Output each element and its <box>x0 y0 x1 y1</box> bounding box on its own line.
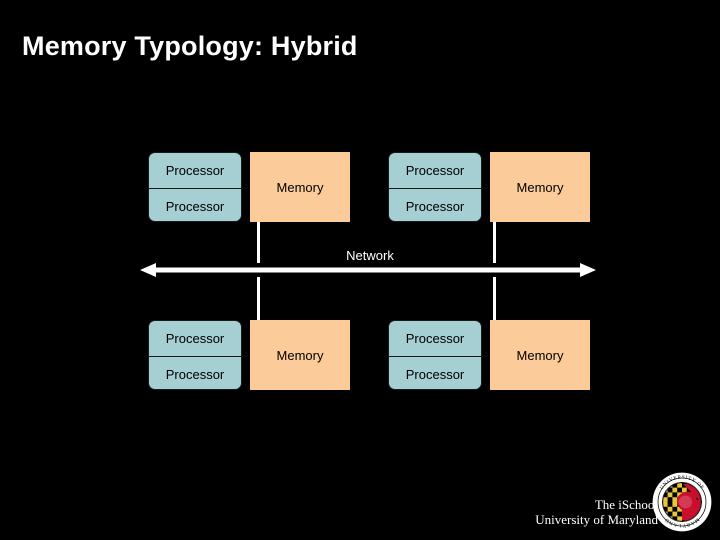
memory-box: Memory <box>490 320 590 390</box>
memory-box: Memory <box>490 152 590 222</box>
node-bottom-left: Processor Processor Memory <box>148 320 350 390</box>
node-top-left: Processor Processor Memory <box>148 152 350 222</box>
arrow-left-head-icon <box>140 263 156 277</box>
processor-stack: Processor Processor <box>148 320 242 390</box>
hybrid-memory-diagram: Processor Processor Memory Processor Pro… <box>0 0 720 540</box>
footer-line-university: University of Maryland <box>535 512 658 527</box>
node-top-right: Processor Processor Memory <box>388 152 590 222</box>
processor-box: Processor <box>149 188 241 223</box>
processor-stack: Processor Processor <box>388 152 482 222</box>
memory-box: Memory <box>250 152 350 222</box>
footer-line-school: The iSchool <box>594 497 658 512</box>
processor-box: Processor <box>165 331 225 346</box>
connector-line-top-right <box>493 222 496 263</box>
processor-box: Processor <box>389 356 481 391</box>
network-label: Network <box>346 248 394 263</box>
memory-box: Memory <box>250 320 350 390</box>
arrow-right-head-icon <box>580 263 596 277</box>
processor-box: Processor <box>389 188 481 223</box>
connector-line-bottom-right <box>493 277 496 320</box>
network-bus-arrow <box>140 263 596 277</box>
footer-attribution: The iSchool University of Maryland <box>535 497 658 527</box>
processor-stack: Processor Processor <box>148 152 242 222</box>
connector-line-top-left <box>257 222 260 263</box>
processor-box: Processor <box>165 163 225 178</box>
university-of-maryland-seal-icon: UNIVERSITY OF MARYLAND <box>652 472 712 532</box>
processor-box: Processor <box>405 331 465 346</box>
arrow-shaft <box>154 267 582 273</box>
processor-box: Processor <box>149 356 241 391</box>
processor-stack: Processor Processor <box>388 320 482 390</box>
node-bottom-right: Processor Processor Memory <box>388 320 590 390</box>
connector-line-bottom-left <box>257 277 260 320</box>
processor-box: Processor <box>405 163 465 178</box>
